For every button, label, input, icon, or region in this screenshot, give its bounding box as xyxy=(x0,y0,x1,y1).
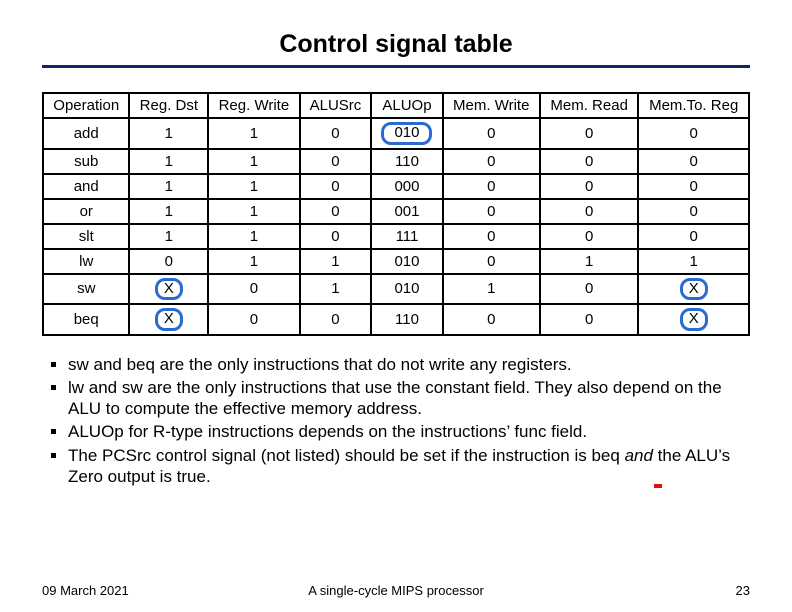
th-memread: Mem. Read xyxy=(540,93,639,118)
th-regdst: Reg. Dst xyxy=(129,93,208,118)
table-row: add 1 1 0 010 0 0 0 xyxy=(43,118,749,149)
title-rule xyxy=(42,65,750,68)
th-regwrite: Reg. Write xyxy=(208,93,299,118)
page-title: Control signal table xyxy=(42,30,750,59)
list-item: The PCSrc control signal (not listed) sh… xyxy=(68,445,750,488)
th-memwrite: Mem. Write xyxy=(443,93,540,118)
table-row: lw011010011 xyxy=(43,249,749,274)
notes-list: sw and beq are the only instructions tha… xyxy=(42,354,750,488)
control-signal-table: Operation Reg. Dst Reg. Write ALUSrc ALU… xyxy=(42,92,750,336)
annotation-sw-m2r: X xyxy=(680,278,708,301)
annotation-beq-m2r: X xyxy=(680,308,708,331)
annotation-aluop-add: 010 xyxy=(381,122,432,145)
th-aluop: ALUOp xyxy=(371,93,442,118)
table-row: sub110110000 xyxy=(43,149,749,174)
table-row: beq X 0011000 X xyxy=(43,304,749,335)
footer-center: A single-cycle MIPS processor xyxy=(42,583,750,598)
table-row: sw X 0101010 X xyxy=(43,274,749,305)
list-item: sw and beq are the only instructions tha… xyxy=(68,354,750,375)
list-item: ALUOp for R-type instructions depends on… xyxy=(68,421,750,442)
th-alusrc: ALUSrc xyxy=(300,93,372,118)
table-row: and110000000 xyxy=(43,174,749,199)
list-item: lw and sw are the only instructions that… xyxy=(68,377,750,420)
annotation-sw-dst: X xyxy=(155,278,183,301)
th-memtoreg: Mem.To. Reg xyxy=(638,93,749,118)
th-operation: Operation xyxy=(43,93,129,118)
footer: 09 March 2021 A single-cycle MIPS proces… xyxy=(42,583,750,598)
table-row: slt110111000 xyxy=(43,224,749,249)
table-row: or110001000 xyxy=(43,199,749,224)
annotation-beq-dst: X xyxy=(155,308,183,331)
